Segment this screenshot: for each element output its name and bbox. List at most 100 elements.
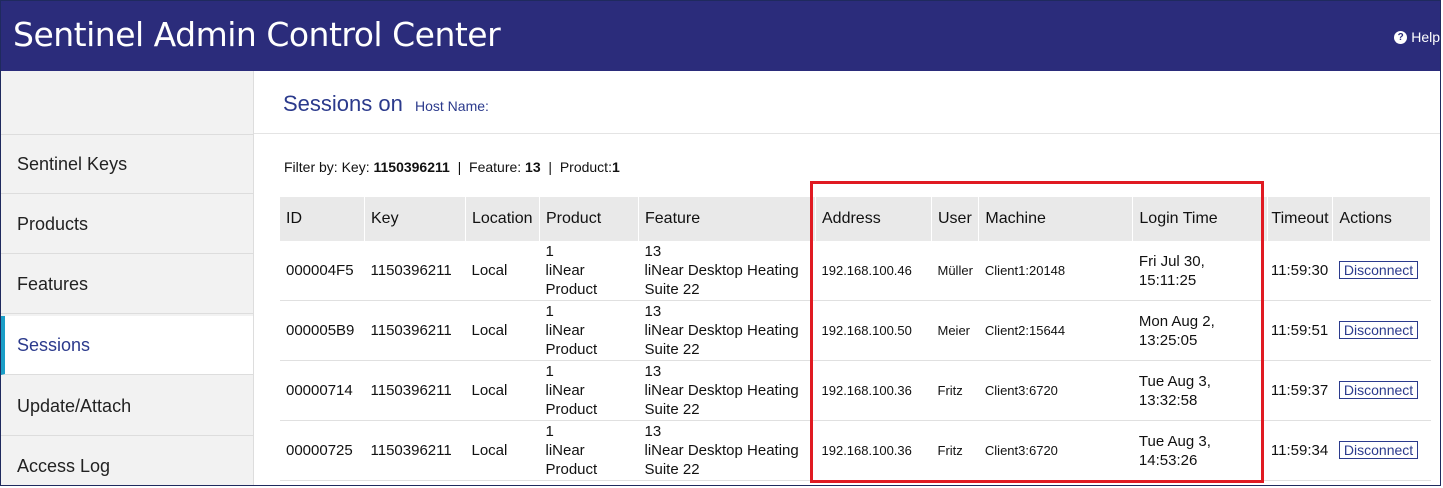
session-location: Local — [465, 241, 540, 301]
session-user: Müller — [931, 241, 979, 301]
host-name-label: Host Name: — [415, 98, 489, 114]
session-login-time: Fri Jul 30, 15:11:25 — [1132, 241, 1268, 301]
column-header-location[interactable]: Location — [465, 197, 540, 241]
column-header-feature[interactable]: Feature — [638, 197, 816, 241]
feature-number: 13 — [644, 363, 662, 380]
session-user: Fritz — [931, 360, 979, 421]
feature-name: liNear Desktop Heating Suite 22 — [644, 322, 799, 358]
session-product: 1 liNear Product — [539, 420, 639, 481]
sidebar-item-products[interactable]: Products — [1, 195, 253, 254]
session-key: 1150396211 — [364, 360, 466, 421]
disconnect-button[interactable]: Disconnect — [1338, 321, 1419, 339]
session-actions: Disconnect — [1332, 300, 1431, 361]
session-address: 192.168.100.50 — [815, 300, 932, 361]
filter-feature-value: 13 — [525, 159, 541, 175]
sidebar-item-access-log[interactable]: Access Log — [1, 437, 253, 485]
feature-name: liNear Desktop Heating Suite 22 — [644, 382, 799, 418]
feature-name: liNear Desktop Heating Suite 22 — [644, 442, 799, 478]
column-header-actions: Actions — [1332, 197, 1432, 241]
filter-separator: | — [548, 159, 553, 175]
session-product: 1 liNear Product — [539, 360, 639, 421]
session-location: Local — [465, 300, 540, 361]
session-address: 192.168.100.36 — [815, 360, 932, 421]
app-title-prefix: Sentinel — [13, 15, 154, 54]
session-login-time: Tue Aug 3, 13:32:58 — [1132, 360, 1268, 421]
session-machine: Client1:20148 — [978, 241, 1133, 301]
session-actions: Disconnect — [1332, 241, 1431, 301]
session-id: 00000725 — [280, 420, 365, 481]
filter-product-label: Product: — [559, 159, 612, 175]
filter-bar: Filter by: Key: 1150396211 | Feature: 13… — [284, 159, 620, 175]
session-user: Meier — [931, 300, 979, 361]
disconnect-button[interactable]: Disconnect — [1338, 381, 1419, 399]
session-feature: 13 liNear Desktop Heating Suite 22 — [638, 300, 816, 361]
disconnect-button[interactable]: Disconnect — [1338, 261, 1419, 279]
column-header-id[interactable]: ID — [280, 197, 365, 241]
session-timeout: 11:59:37 — [1267, 360, 1333, 421]
product-name: liNear Product — [545, 262, 598, 298]
session-machine: Client3:6720 — [978, 420, 1133, 481]
session-id: 000004F5 — [280, 241, 365, 301]
sidebar-item-features[interactable]: Features — [1, 255, 253, 314]
table-row: 00000725 1150396211 Local 1 liNear Product 13… — [280, 420, 1431, 481]
session-feature: 13 liNear Desktop Heating Suite 22 — [638, 360, 816, 421]
session-machine: Client2:15644 — [978, 300, 1133, 361]
session-timeout: 11:59:51 — [1267, 300, 1333, 361]
question-icon: ? — [1394, 30, 1408, 44]
table-row: 00000714 1150396211 Local 1 liNear Product 13… — [280, 360, 1431, 421]
column-header-key[interactable]: Key — [364, 197, 466, 241]
session-id: 00000714 — [280, 360, 365, 421]
session-address: 192.168.100.36 — [815, 420, 932, 481]
main-content: Sessions on Host Name: Filter by: Key: 1… — [254, 71, 1440, 485]
session-location: Local — [465, 360, 540, 421]
table-header-row: ID Key Location Product Feature Address … — [280, 197, 1432, 241]
sessions-table: ID Key Location Product Feature Address … — [280, 197, 1432, 481]
page-header: Sessions on Host Name: — [254, 71, 1440, 134]
sidebar-item-sessions[interactable]: Sessions — [1, 316, 253, 375]
sidebar-spacer — [1, 71, 253, 135]
session-feature: 13 liNear Desktop Heating Suite 22 — [638, 420, 816, 481]
session-login-time: Tue Aug 3, 14:53:26 — [1132, 420, 1268, 481]
session-machine: Client3:6720 — [978, 360, 1133, 421]
session-key: 1150396211 — [364, 300, 466, 361]
session-product: 1 liNear Product — [539, 300, 639, 361]
disconnect-button[interactable]: Disconnect — [1338, 441, 1419, 459]
session-timeout: 11:59:34 — [1267, 420, 1333, 481]
page-title: Sessions on — [283, 91, 403, 116]
session-user: Fritz — [931, 420, 979, 481]
session-actions: Disconnect — [1332, 420, 1431, 481]
product-number: 1 — [545, 423, 554, 440]
feature-number: 13 — [644, 423, 662, 440]
session-actions: Disconnect — [1332, 360, 1431, 421]
product-name: liNear Product — [545, 322, 598, 358]
filter-feature-label: Feature: — [469, 159, 522, 175]
column-header-login-time[interactable]: Login Time — [1132, 197, 1269, 241]
sidebar: Sentinel Keys Products Features Sessions… — [1, 71, 254, 485]
feature-number: 13 — [644, 303, 662, 320]
sidebar-item-update-attach[interactable]: Update/Attach — [1, 377, 253, 436]
sidebar-item-sentinel-keys[interactable]: Sentinel Keys — [1, 135, 253, 194]
session-id: 000005B9 — [280, 300, 365, 361]
app-header: Sentinel Admin Control Center ? Help — [1, 1, 1440, 71]
feature-name: liNear Desktop Heating Suite 22 — [644, 262, 799, 298]
column-header-product[interactable]: Product — [539, 197, 639, 241]
session-login-time: Mon Aug 2, 13:25:05 — [1132, 300, 1268, 361]
column-header-address[interactable]: Address — [815, 197, 932, 241]
app-frame: Sentinel Admin Control Center ? Help Sen… — [0, 0, 1441, 486]
table-row: 000004F5 1150396211 Local 1 liNear Product 13… — [280, 241, 1431, 301]
feature-number: 13 — [644, 243, 662, 260]
table-row: 000005B9 1150396211 Local 1 liNear Product 13… — [280, 300, 1431, 361]
column-header-timeout[interactable]: Timeout — [1267, 197, 1334, 241]
help-link[interactable]: ? Help — [1394, 29, 1440, 45]
filter-prefix: Filter by: Key: — [284, 159, 370, 175]
session-key: 1150396211 — [364, 420, 466, 481]
column-header-machine[interactable]: Machine — [978, 197, 1134, 241]
session-feature: 13 liNear Desktop Heating Suite 22 — [638, 241, 816, 301]
app-title: Sentinel Admin Control Center — [13, 15, 501, 54]
product-number: 1 — [545, 363, 554, 380]
filter-key-value: 1150396211 — [373, 159, 450, 175]
product-name: liNear Product — [545, 442, 598, 478]
column-header-user[interactable]: User — [931, 197, 980, 241]
session-key: 1150396211 — [364, 241, 466, 301]
product-number: 1 — [545, 243, 554, 260]
